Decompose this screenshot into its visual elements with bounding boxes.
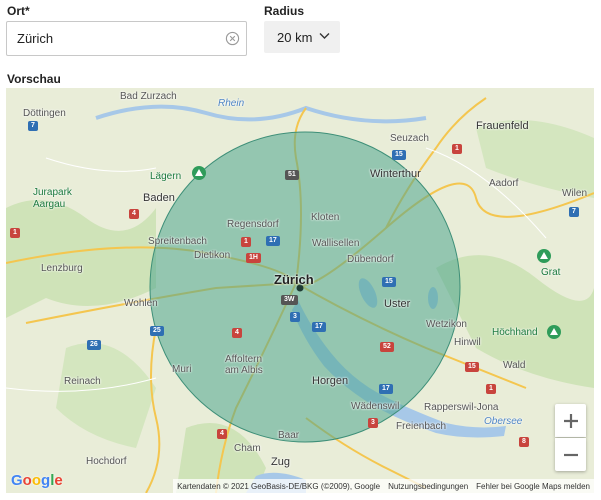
ort-input[interactable] — [7, 22, 217, 55]
radius-value: 20 km — [277, 29, 313, 45]
place-affoltern-2: am Albis — [225, 365, 263, 376]
road-shield: 1 — [10, 228, 20, 238]
place-winterthur: Winterthur — [370, 168, 421, 180]
ort-field — [6, 21, 247, 56]
place-rapperswil: Rapperswil-Jona — [424, 402, 499, 413]
road-shield: 25 — [150, 326, 164, 336]
place-reinach: Reinach — [64, 376, 101, 387]
place-baden: Baden — [143, 192, 175, 204]
place-wald: Wald — [503, 360, 526, 371]
place-uster: Uster — [384, 298, 411, 310]
place-grat: Grat — [541, 267, 561, 278]
place-dubendorf: Dübendorf — [347, 254, 394, 265]
place-aadorf: Aadorf — [489, 178, 519, 189]
place-wadenswil: Wädenswil — [351, 401, 400, 412]
road-shield: 17 — [312, 322, 326, 332]
place-kloten: Kloten — [311, 212, 340, 223]
place-regensdorf: Regensdorf — [227, 219, 279, 230]
road-shield: 15 — [392, 150, 406, 160]
place-zurich: Zürich — [274, 272, 314, 287]
road-shield: 1 — [486, 384, 496, 394]
attribution-data: Kartendaten © 2021 GeoBasis-DE/BKG (©200… — [177, 481, 381, 491]
place-aargau: Aargau — [33, 199, 66, 210]
terms-link[interactable]: Nutzungsbedingungen — [388, 482, 468, 491]
road-shield: 52 — [380, 342, 394, 352]
place-wilen: Wilen — [562, 188, 588, 199]
place-zug: Zug — [271, 456, 290, 468]
place-lenzburg: Lenzburg — [41, 263, 83, 274]
zoom-out-button[interactable] — [555, 438, 586, 471]
clear-icon[interactable] — [225, 31, 240, 46]
place-rhein: Rhein — [218, 98, 245, 109]
radius-select[interactable]: 20 km — [264, 21, 340, 53]
road-shield: 1 — [452, 144, 462, 154]
place-hinwil: Hinwil — [454, 337, 481, 348]
place-freienbach: Freienbach — [396, 421, 447, 432]
place-lagern: Lägern — [150, 171, 182, 182]
place-wetzikon: Wetzikon — [426, 319, 467, 330]
place-affoltern-1: Affoltern — [225, 354, 263, 365]
road-shield: 4 — [232, 328, 242, 338]
google-logo: Google — [11, 472, 63, 489]
minus-icon — [563, 453, 578, 456]
place-muri: Muri — [172, 364, 192, 375]
place-seuzach: Seuzach — [390, 133, 429, 144]
report-link[interactable]: Fehler bei Google Maps melden — [476, 482, 590, 491]
place-hochhand: Höchhand — [492, 327, 538, 338]
road-shield: 4 — [129, 209, 139, 219]
place-wohlen: Wohlen — [124, 298, 158, 309]
road-shield: 26 — [87, 340, 101, 350]
road-shield: 17 — [379, 384, 393, 394]
zoom-in-button[interactable] — [555, 404, 586, 437]
place-cham: Cham — [234, 443, 261, 454]
place-horgen: Horgen — [312, 375, 349, 387]
road-shield: 7 — [569, 207, 579, 217]
place-baar: Baar — [278, 430, 300, 441]
place-obersee: Obersee — [484, 416, 523, 427]
road-shield: 15 — [465, 362, 479, 372]
road-shield: 17 — [266, 236, 280, 246]
place-frauenfeld: Frauenfeld — [476, 120, 529, 132]
place-hochdorf: Hochdorf — [86, 456, 127, 467]
road-shield: 1H — [246, 253, 261, 263]
road-shield: 3 — [290, 312, 300, 322]
map-preview[interactable]: Bad Zurzach Döttingen Rhein Seuzach Frau… — [6, 88, 594, 493]
road-shield: 1 — [241, 237, 251, 247]
place-spreitenbach: Spreitenbach — [148, 236, 207, 247]
place-jurapark: Jurapark — [33, 187, 72, 198]
road-shield: 4 — [217, 429, 227, 439]
place-dottingen: Döttingen — [23, 108, 66, 119]
place-dietikon: Dietikon — [194, 250, 231, 261]
road-shield: 8 — [519, 437, 529, 447]
road-shield: 7 — [28, 121, 38, 131]
map-attribution: Kartendaten © 2021 GeoBasis-DE/BKG (©200… — [173, 479, 594, 493]
ort-label: Ort* — [7, 4, 30, 18]
road-shield: 51 — [285, 170, 299, 180]
map-base — [6, 88, 594, 493]
road-shield: 15 — [382, 277, 396, 287]
place-bad-zurzach: Bad Zurzach — [120, 91, 177, 102]
road-shield: 3W — [281, 295, 298, 305]
preview-label: Vorschau — [7, 72, 61, 86]
place-wallisellen: Wallisellen — [312, 238, 360, 249]
road-shield: 3 — [368, 418, 378, 428]
radius-label: Radius — [264, 4, 305, 18]
chevron-down-icon — [319, 33, 330, 39]
plus-icon — [563, 413, 578, 428]
